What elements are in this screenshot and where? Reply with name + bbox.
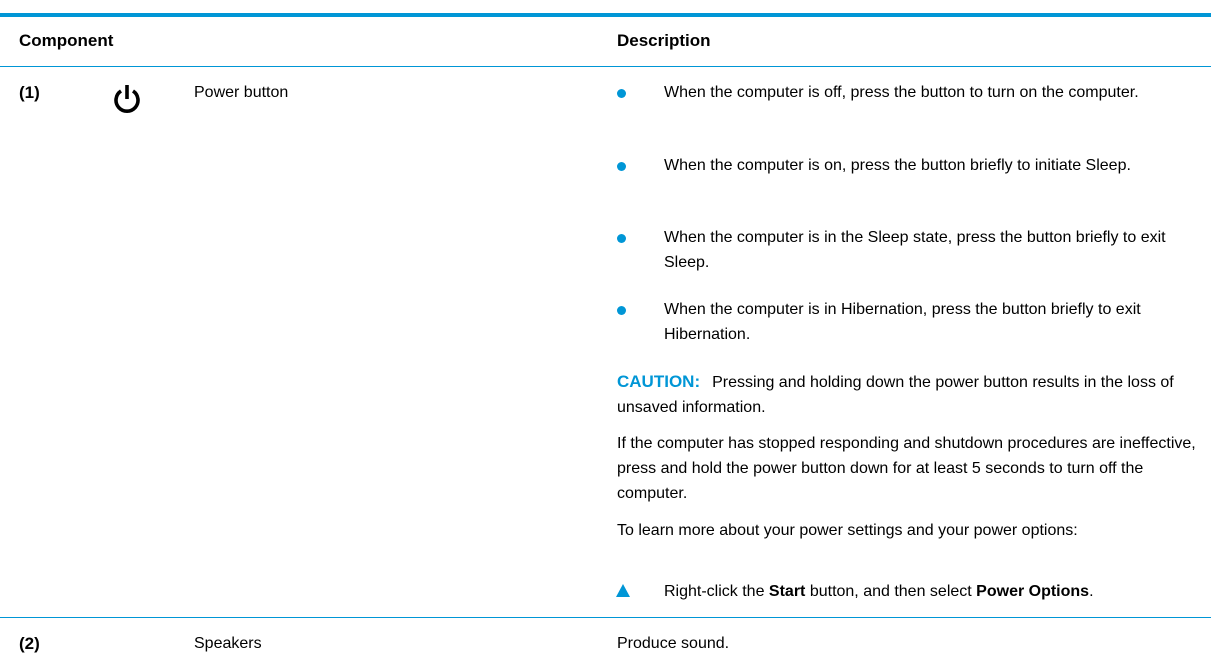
row-rule xyxy=(0,617,1211,618)
row-number: (2) xyxy=(19,634,40,653)
power-options-label: Power Options xyxy=(976,583,1090,600)
step-text: Right-click the Start button, and then s… xyxy=(664,579,1204,604)
note-paragraph: If the computer has stopped responding a… xyxy=(617,435,1196,502)
component-name: Speakers xyxy=(194,635,262,652)
header-description: Description xyxy=(617,31,711,50)
caution-note: CAUTION: Pressing and holding down the po… xyxy=(617,369,1207,420)
step-text-part: Right-click the xyxy=(664,583,769,600)
caution-text: Pressing and holding down the power butt… xyxy=(617,374,1174,416)
table-top-rule xyxy=(0,13,1211,17)
component-description: Produce sound. xyxy=(617,635,730,652)
bullet-icon xyxy=(617,89,626,98)
header-rule xyxy=(0,66,1211,67)
header-component: Component xyxy=(19,31,114,50)
learn-more-text: To learn more about your power settings … xyxy=(617,522,1078,539)
bullet-icon xyxy=(617,162,626,171)
row-number: (1) xyxy=(19,83,40,102)
bullet-icon xyxy=(617,306,626,315)
bullet-text: When the computer is in the Sleep state,… xyxy=(664,229,1166,271)
bullet-text: When the computer is on, press the butto… xyxy=(664,157,1131,174)
step-text-part: . xyxy=(1089,583,1094,600)
caution-label: CAUTION: xyxy=(617,372,701,391)
bullet-text: When the computer is in Hibernation, pre… xyxy=(664,301,1141,343)
step-text-part: button, and then select xyxy=(805,583,977,600)
step-triangle-icon xyxy=(616,584,630,597)
bullet-text: When the computer is off, press the butt… xyxy=(664,84,1139,101)
bullet-icon xyxy=(617,234,626,243)
power-icon xyxy=(112,83,142,123)
component-name: Power button xyxy=(194,84,289,101)
start-label: Start xyxy=(768,583,806,600)
